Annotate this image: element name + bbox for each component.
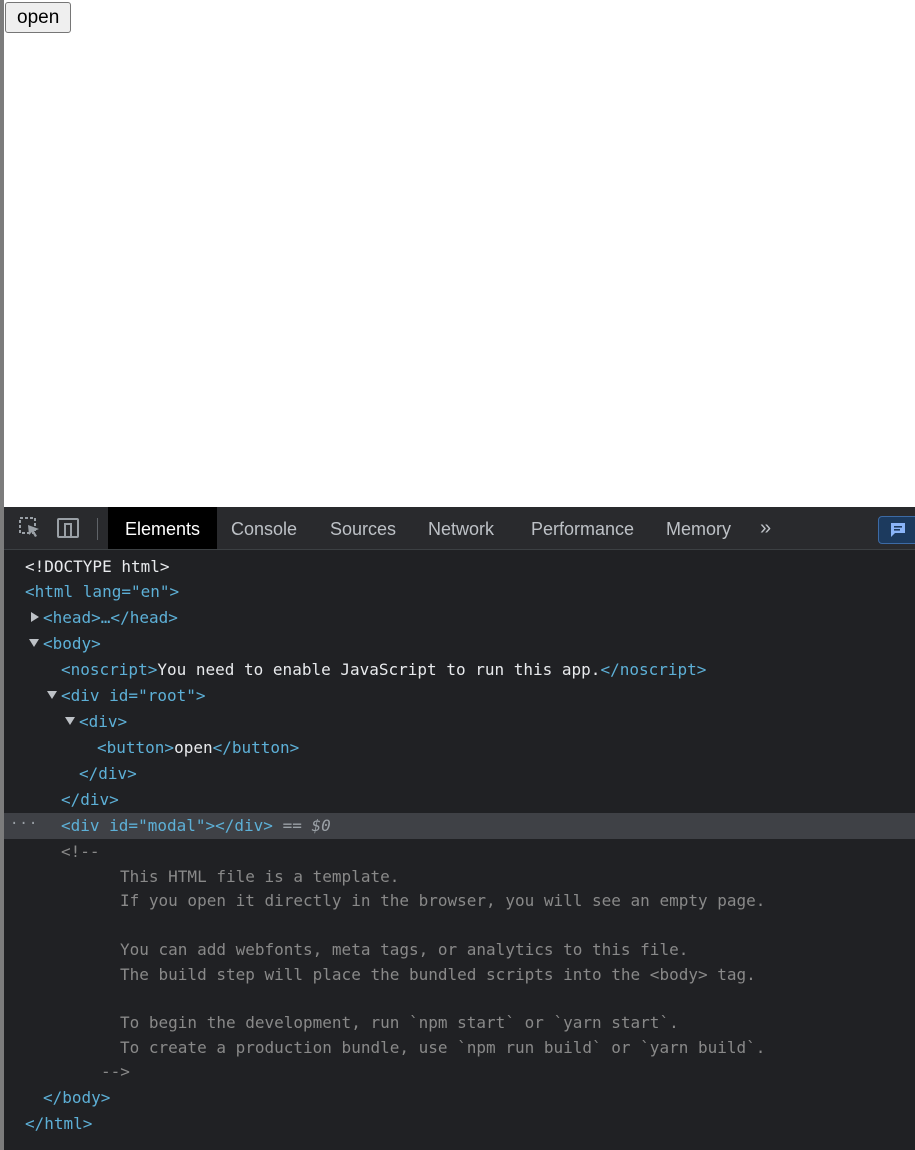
tree-node-head[interactable]: <head>…</head>: [43, 605, 178, 631]
tree-node-div[interactable]: <div>: [79, 709, 127, 735]
devtools-panel: Elements Console Sources Network Perform…: [4, 507, 915, 1150]
comment-line: You can add webfonts, meta tags, or anal…: [120, 940, 689, 959]
tree-node-modal[interactable]: <div id="modal"></div> == $0: [61, 813, 331, 839]
tab-memory[interactable]: Memory: [649, 507, 748, 549]
tree-node-noscript[interactable]: <noscript>You need to enable JavaScript …: [61, 657, 706, 683]
tab-performance[interactable]: Performance: [514, 507, 651, 549]
comment-line: The build step will place the bundled sc…: [120, 965, 756, 984]
elements-tree: ··· <!DOCTYPE html> <html lang="en"> <he…: [4, 551, 915, 1150]
comment-line: To begin the development, run `npm start…: [120, 1013, 679, 1032]
tab-network[interactable]: Network: [411, 507, 511, 549]
device-toolbar-icon[interactable]: [56, 516, 80, 540]
open-button[interactable]: open: [5, 2, 72, 33]
tab-elements[interactable]: Elements: [108, 507, 218, 549]
devtools-toolbar: Elements Console Sources Network Perform…: [4, 507, 915, 550]
tab-sources[interactable]: Sources: [313, 507, 413, 549]
tree-node-body-close[interactable]: </body>: [43, 1085, 110, 1111]
comment-line: If you open it directly in the browser, …: [120, 891, 766, 910]
collapse-triangle-icon[interactable]: [65, 717, 75, 725]
tab-console[interactable]: Console: [214, 507, 314, 549]
toolbar-separator: [97, 518, 98, 540]
message-icon: [891, 523, 905, 537]
tree-node-html-close[interactable]: </html>: [25, 1111, 92, 1137]
collapse-triangle-icon[interactable]: [29, 639, 39, 647]
tree-node-doctype[interactable]: <!DOCTYPE html>: [25, 554, 170, 580]
tree-node-html[interactable]: <html lang="en">: [25, 579, 179, 605]
tree-node-button[interactable]: <button>open</button>: [97, 735, 299, 761]
inspect-element-icon[interactable]: [18, 516, 42, 540]
tree-node-body[interactable]: <body>: [43, 631, 101, 657]
tree-node-root-close[interactable]: </div>: [61, 787, 119, 813]
node-actions-icon[interactable]: ···: [10, 813, 38, 839]
comment-line: This HTML file is a template.: [120, 867, 400, 886]
collapse-triangle-icon[interactable]: [47, 691, 57, 699]
tree-node-div-close[interactable]: </div>: [79, 761, 137, 787]
tree-node-comment-close: -->: [101, 1062, 130, 1081]
comment-line: To create a production bundle, use `npm …: [120, 1038, 766, 1057]
expand-triangle-icon[interactable]: [31, 612, 39, 622]
issues-button[interactable]: [878, 516, 915, 544]
page-viewport: open: [4, 0, 915, 507]
more-tabs-button[interactable]: »: [760, 507, 771, 549]
tree-node-comment-open[interactable]: <!--: [61, 839, 100, 865]
tree-node-div-root[interactable]: <div id="root">: [61, 683, 206, 709]
